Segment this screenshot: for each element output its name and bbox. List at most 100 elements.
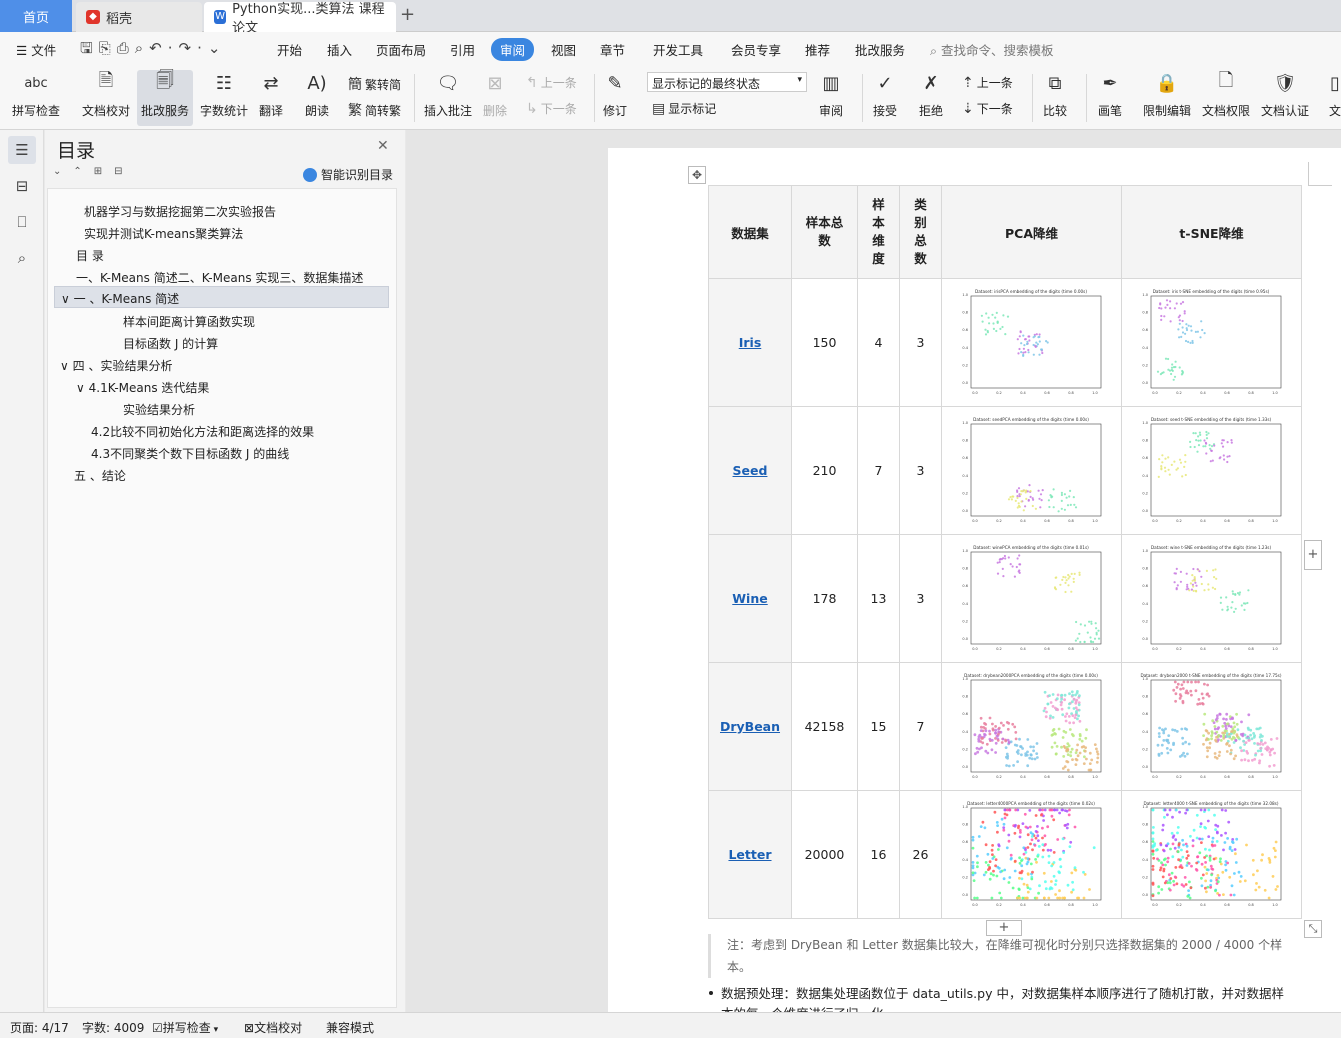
smart-toc-button[interactable]: 智能识别目录 (303, 166, 393, 183)
toc-item[interactable]: 机器学习与数据挖掘第二次实验报告 (84, 203, 276, 220)
status-spell-check[interactable]: ☑拼写检查 ▾ (152, 1019, 218, 1036)
trad-to-simp-button[interactable]: 簡繁转简 (348, 74, 401, 94)
pca-embedding-plot[interactable]: Dataset: irisPCA embedding of the digits… (955, 285, 1108, 400)
correct-service-button[interactable]: 🗐 批改服务 (137, 70, 194, 126)
dataset-link[interactable]: Iris (739, 335, 762, 350)
more-toolbar-button[interactable]: ▯ 文 (1322, 70, 1341, 119)
toc-item[interactable]: 4.3不同聚类个数下目标函数 J 的曲线 (91, 445, 289, 462)
chevron-down-icon[interactable]: ∨ (76, 381, 85, 395)
dataset-link[interactable]: DryBean (720, 719, 780, 734)
accept-button[interactable]: ✓ 接受 (872, 70, 898, 119)
restrict-edit-button[interactable]: 🔒 限制编辑 (1143, 70, 1191, 119)
scatter-point (1205, 754, 1209, 758)
tsne-embedding-plot[interactable]: Dataset: iris t-SNE embedding of the dig… (1135, 285, 1288, 400)
word-count-button[interactable]: ☷ 字数统计 (200, 70, 248, 119)
toc-item[interactable]: 实验结果分析 (123, 401, 195, 418)
track-changes-button[interactable]: ✎ 修订 (602, 70, 628, 119)
menu-devtools[interactable]: 开发工具 (653, 40, 703, 59)
tsne-embedding-plot[interactable]: Dataset: wine t-SNE embedding of the dig… (1135, 541, 1288, 656)
simp-to-trad-button[interactable]: 繁简转繁 (348, 100, 401, 120)
show-markup-button[interactable]: ▤ 显示标记 (652, 100, 716, 117)
read-aloud-button[interactable]: A) 朗读 (304, 70, 330, 119)
pen-button[interactable]: ✒ 画笔 (1097, 70, 1123, 119)
toc-item[interactable]: 目标函数 J 的计算 (123, 335, 218, 352)
new-tab-button[interactable]: + (400, 4, 415, 25)
page-indicator[interactable]: 页面: 4/17 (10, 1019, 69, 1036)
file-menu[interactable]: ☰ 文件 (16, 40, 56, 59)
menu-chapter[interactable]: 章节 (600, 40, 625, 59)
review-pane-button[interactable]: ▥ 审阅 (818, 70, 844, 119)
pca-embedding-plot[interactable]: Dataset: seedPCA embedding of the digits… (955, 413, 1108, 528)
next-comment-button[interactable]: ↳ 下一条 (526, 100, 577, 117)
menu-reference[interactable]: 引用 (450, 40, 475, 59)
next-change-button[interactable]: ⇣ 下一条 (962, 100, 1013, 117)
doc-permission-button[interactable]: 🗋 文档权限 (1202, 70, 1250, 119)
prev-comment-button[interactable]: ↰ 上一条 (526, 74, 577, 91)
pca-embedding-plot[interactable]: Dataset: winePCA embedding of the digits… (955, 541, 1108, 656)
scatter-point (1022, 354, 1025, 357)
tab-daoke[interactable]: ◆ 稻壳 (76, 2, 202, 32)
pca-embedding-plot[interactable]: Dataset: letter4000PCA embedding of the … (955, 797, 1108, 912)
chevron-down-icon[interactable]: ∨ (61, 292, 70, 306)
doc-check-button[interactable]: 🗎 文档校对 (82, 70, 130, 119)
dataset-link[interactable]: Seed (733, 463, 768, 478)
compare-button[interactable]: ⧉ 比较 (1042, 70, 1068, 119)
scatter-point (994, 316, 997, 319)
toc-item[interactable]: ∨ 四 、实验结果分析 (60, 357, 172, 374)
resize-table-icon[interactable]: ⤡ (1304, 920, 1322, 938)
toc-panel-icon[interactable]: ☰ (8, 136, 36, 164)
toc-item[interactable]: ∨ 4.1K-Means 迭代结果 (76, 379, 209, 396)
reject-button[interactable]: ✗ 拒绝 (918, 70, 944, 119)
table-move-handle-icon[interactable]: ✥ (688, 166, 706, 184)
tsne-embedding-plot[interactable]: Dataset: letter4000 t-SNE embedding of t… (1135, 797, 1288, 912)
navigation-panel-icon[interactable]: ⊟ (8, 172, 36, 200)
tsne-embedding-plot[interactable]: Dataset: drybean2000 t-SNE embedding of … (1135, 669, 1288, 784)
markup-state-select[interactable]: 显示标记的最终状态 ▾ (647, 72, 807, 92)
tsne-embedding-plot[interactable]: Dataset: seed t-SNE embedding of the dig… (1135, 413, 1288, 528)
toc-collapse-controls[interactable]: ⌄⌃⊞⊟ (53, 166, 135, 177)
scatter-point (1070, 572, 1073, 575)
tab-document[interactable]: W Python实现...类算法 课程论文 (204, 2, 396, 36)
spell-check-button[interactable]: abc 拼写检查 (12, 70, 60, 119)
menu-view[interactable]: 视图 (551, 40, 576, 59)
doc-cert-button[interactable]: 🛡 文档认证 (1261, 70, 1309, 119)
dataset-link[interactable]: Letter (728, 847, 771, 862)
status-doc-check[interactable]: ⊠文档校对 (244, 1019, 302, 1036)
search-panel-icon[interactable]: ⌕ (8, 244, 36, 272)
toc-item[interactable]: 实现并测试K-means聚类算法 (84, 225, 243, 242)
menu-recommend[interactable]: 推荐 (805, 40, 830, 59)
menu-correct[interactable]: 批改服务 (855, 40, 905, 59)
delete-comment-button[interactable]: ⊠ 删除 (482, 70, 508, 119)
prev-change-button[interactable]: ⇡ 上一条 (962, 74, 1013, 91)
x-tick-label: 1.0 (1092, 775, 1098, 779)
command-search[interactable]: ⌕ 查找命令、搜索模板 (930, 40, 1054, 59)
pca-embedding-plot[interactable]: Dataset: drybean2000PCA embedding of the… (955, 669, 1108, 784)
toc-item[interactable]: 4.2比较不同初始化方法和距离选择的效果 (91, 423, 314, 440)
menu-insert[interactable]: 插入 (327, 40, 352, 59)
bookmark-icon[interactable]: ⎕ (8, 208, 36, 236)
toc-item[interactable]: 目 录 (76, 247, 104, 264)
scatter-point (1043, 808, 1047, 811)
scatter-point (1064, 714, 1067, 718)
scatter-point (1026, 845, 1030, 849)
add-column-button[interactable]: + (1304, 540, 1322, 570)
scatter-point (1051, 728, 1055, 732)
toc-item-selected[interactable]: ∨ 一 、K-Means 简述 (54, 286, 389, 308)
insert-comment-button[interactable]: 🗨 插入批注 (424, 70, 472, 119)
toc-item[interactable]: 样本间距离计算函数实现 (123, 313, 255, 330)
menu-review[interactable]: 审阅 (491, 38, 535, 61)
menu-member[interactable]: 会员专享 (731, 40, 781, 59)
word-count[interactable]: 字数: 4009 (82, 1019, 144, 1036)
quick-access-icons[interactable]: 🖫⎘⎙⌕↶·↷·⌄ (80, 38, 226, 63)
menu-layout[interactable]: 页面布局 (376, 40, 426, 59)
toc-item[interactable]: 五 、结论 (74, 467, 126, 484)
translate-button[interactable]: ⇄ 翻译 (258, 70, 284, 119)
dataset-link[interactable]: Wine (732, 591, 767, 606)
close-icon[interactable]: ✕ (377, 138, 389, 154)
document-page[interactable]: ✥ 数据集 样本总数 样本维度 类别总数 PCA降维 t-SNE降维 Iris 1… (608, 148, 1341, 1021)
chevron-down-icon[interactable]: ∨ (60, 359, 69, 373)
smart-toc-label: 智能识别目录 (321, 168, 394, 182)
toc-item[interactable]: 一、K-Means 简述二、K-Means 实现三、数据集描述 (76, 269, 363, 286)
tab-home[interactable]: 首页 (0, 0, 72, 32)
menu-start[interactable]: 开始 (277, 40, 302, 59)
